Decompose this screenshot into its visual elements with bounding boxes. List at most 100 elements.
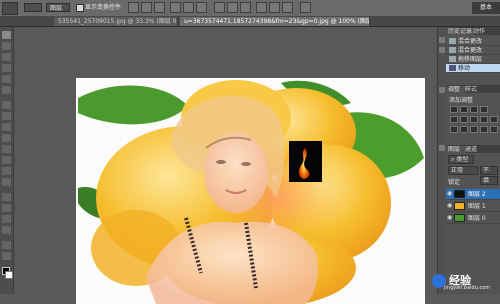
fill-field[interactable]: 填 <box>480 176 498 185</box>
composite-image <box>76 78 425 304</box>
hue-saturation-adjust-icon[interactable] <box>460 116 468 123</box>
align-bottom-icon[interactable] <box>154 2 165 13</box>
tab-document-1[interactable]: 535541_25709015.jpg @ 33.3% (图层 0, RGB/8… <box>54 17 178 26</box>
threshold-adjust-icon[interactable] <box>470 126 478 133</box>
tab-document-2[interactable]: u=3673574471,1857274398&fm=23&gp=0.jpg @… <box>180 17 370 26</box>
photo-filter-adjust-icon[interactable] <box>490 116 498 123</box>
actions-panel-icon[interactable] <box>439 47 445 53</box>
pen-tool-icon[interactable] <box>2 193 11 201</box>
layer-name: 图层 0 <box>468 215 486 222</box>
quick-select-tool-icon[interactable] <box>2 64 11 72</box>
tab-history[interactable]: 历史记录 <box>446 28 474 35</box>
tool-preset-picker[interactable] <box>2 2 18 15</box>
layers-panel-icon[interactable] <box>439 145 445 151</box>
show-transform-checkbox[interactable] <box>76 4 84 12</box>
eye-icon[interactable]: ◉ <box>447 191 452 197</box>
layer-thumbnail <box>454 190 465 198</box>
layer-row[interactable]: ◉ 图层 2 <box>446 189 500 200</box>
collapsed-panel-strip <box>437 27 446 294</box>
gradient-map-adjust-icon[interactable] <box>480 126 488 133</box>
history-item[interactable]: 拖移图层 <box>446 55 500 64</box>
align-left-icon[interactable] <box>170 2 181 13</box>
history-panel-icon[interactable] <box>439 37 445 43</box>
blur-tool-icon[interactable] <box>2 167 11 175</box>
vibrance-adjust-icon[interactable] <box>450 116 458 123</box>
distribute-left-icon[interactable] <box>256 2 267 13</box>
distribute-bottom-icon[interactable] <box>240 2 251 13</box>
brightness-adjust-icon[interactable] <box>450 106 458 113</box>
history-item[interactable]: 混合更改 <box>446 37 500 46</box>
curves-adjust-icon[interactable] <box>470 106 478 113</box>
history-state-icon <box>449 65 456 71</box>
layer-thumbnail <box>454 214 465 222</box>
gradient-tool-icon[interactable] <box>2 156 11 164</box>
auto-align-icon[interactable] <box>300 2 311 13</box>
type-tool-icon[interactable] <box>2 204 11 212</box>
history-state-icon <box>449 47 456 53</box>
eraser-tool-icon[interactable] <box>2 145 11 153</box>
align-vcenter-icon[interactable] <box>141 2 152 13</box>
align-hcenter-icon[interactable] <box>183 2 194 13</box>
black-white-adjust-icon[interactable] <box>480 116 488 123</box>
posterize-adjust-icon[interactable] <box>460 126 468 133</box>
distribute-vcenter-icon[interactable] <box>227 2 238 13</box>
healing-brush-tool-icon[interactable] <box>2 101 11 109</box>
document-canvas[interactable] <box>76 78 425 304</box>
opacity-field[interactable]: 不 <box>480 166 498 175</box>
lock-label: 锁定 <box>448 179 461 186</box>
watermark-subtext: jingyan.baidu.com <box>444 285 491 291</box>
options-bar: 图层 显示变换控件 基本 <box>0 0 500 17</box>
layer-row[interactable]: ◉ 图层 0 <box>446 213 500 224</box>
tab-styles[interactable]: 样式 <box>463 86 483 93</box>
workspace-mode-button[interactable]: 基本 <box>472 2 500 14</box>
canvas-workspace <box>14 27 437 304</box>
history-item-selected[interactable]: 移动 <box>446 64 500 73</box>
history-state-icon <box>449 56 456 62</box>
blend-mode-select[interactable]: 正常 <box>448 166 478 175</box>
dodge-tool-icon[interactable] <box>2 178 11 186</box>
tab-actions[interactable]: 动作 <box>471 28 491 35</box>
hand-tool-icon[interactable] <box>2 241 11 249</box>
face-shape <box>204 133 268 213</box>
layer-thumbnail <box>454 202 465 210</box>
shape-tool-icon[interactable] <box>2 226 11 234</box>
path-select-tool-icon[interactable] <box>2 215 11 223</box>
layer-filter-select[interactable]: ⌕ 类型 <box>448 155 474 164</box>
brush-tool-icon[interactable] <box>2 112 11 120</box>
adjustments-panel-tabs: 调整 样式 <box>446 85 500 93</box>
selective-color-adjust-icon[interactable] <box>490 126 498 133</box>
panel-dock: 历史记录 动作 混合更改 混合更改 拖移图层 移动 调整 样式 添加调整 图层 … <box>446 27 500 294</box>
auto-select-checkbox-box[interactable] <box>24 3 42 12</box>
show-transform-label: 显示变换控件 <box>85 4 122 11</box>
history-brush-tool-icon[interactable] <box>2 134 11 142</box>
toolbox <box>0 27 14 294</box>
layer-target-select[interactable]: 图层 <box>46 3 70 12</box>
align-right-icon[interactable] <box>196 2 207 13</box>
eyedropper-tool-icon[interactable] <box>2 86 11 94</box>
zoom-tool-icon[interactable] <box>2 252 11 260</box>
layer-name: 图层 1 <box>468 203 486 210</box>
lasso-tool-icon[interactable] <box>2 53 11 61</box>
eye-icon[interactable]: ◉ <box>447 215 452 221</box>
adjustments-title: 添加调整 <box>449 97 474 104</box>
exposure-adjust-icon[interactable] <box>480 106 488 113</box>
layer-row[interactable]: ◉ 图层 1 <box>446 201 500 212</box>
clone-stamp-tool-icon[interactable] <box>2 123 11 131</box>
color-balance-adjust-icon[interactable] <box>470 116 478 123</box>
layers-panel-tabs: 图层 通道 <box>446 145 500 153</box>
move-tool-icon[interactable] <box>2 31 11 39</box>
eye-icon[interactable]: ◉ <box>447 203 452 209</box>
distribute-hcenter-icon[interactable] <box>269 2 280 13</box>
crop-tool-icon[interactable] <box>2 75 11 83</box>
invert-adjust-icon[interactable] <box>450 126 458 133</box>
adjustments-panel-icon[interactable] <box>439 87 445 93</box>
distribute-top-icon[interactable] <box>214 2 225 13</box>
background-color-swatch[interactable] <box>5 271 13 279</box>
marquee-tool-icon[interactable] <box>2 42 11 50</box>
align-top-icon[interactable] <box>128 2 139 13</box>
tab-channels[interactable]: 通道 <box>463 146 483 153</box>
history-item[interactable]: 混合更改 <box>446 46 500 55</box>
distribute-right-icon[interactable] <box>282 2 293 13</box>
levels-adjust-icon[interactable] <box>460 106 468 113</box>
watermark: 经验 jingyan.baidu.com <box>432 272 498 292</box>
